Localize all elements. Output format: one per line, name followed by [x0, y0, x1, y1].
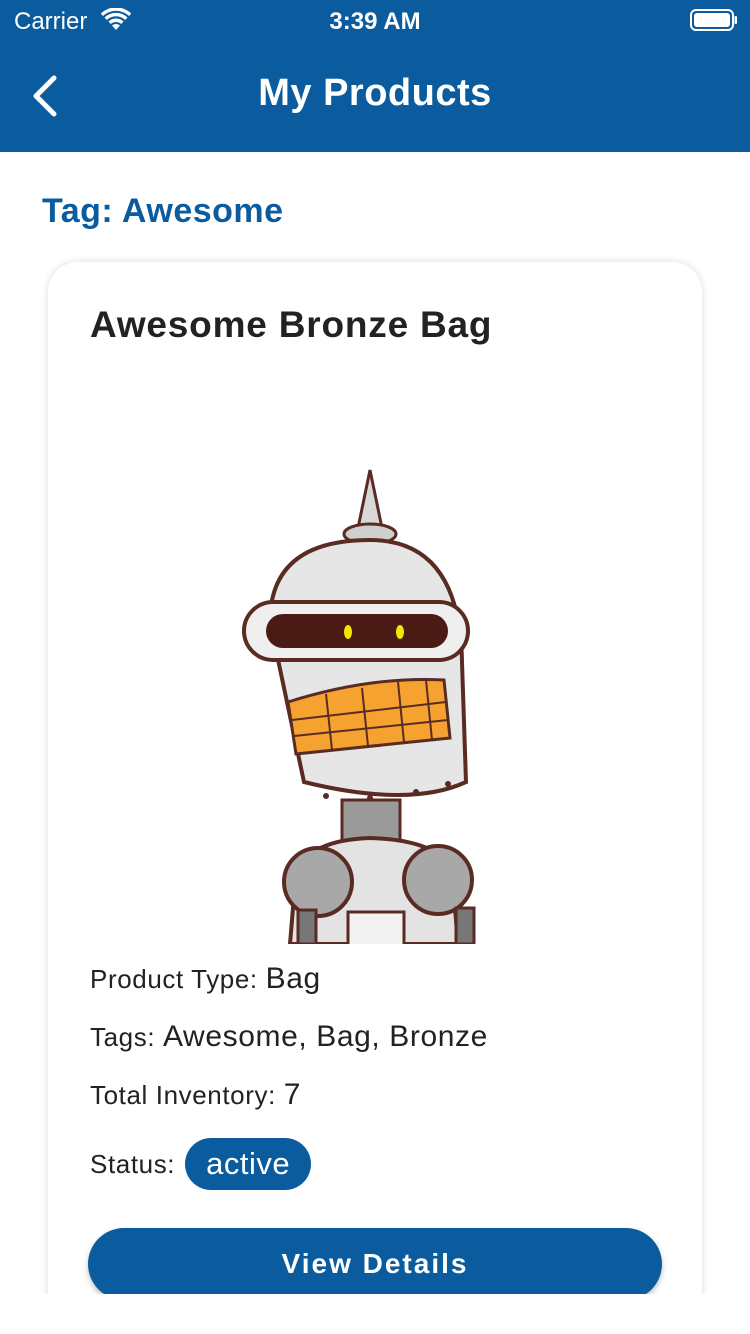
page-title: My Products [258, 72, 492, 114]
product-type-value: Bag [265, 962, 321, 995]
product-type-label: Product Type: [90, 964, 258, 994]
status-bar: Carrier 3:39 AM [0, 0, 750, 40]
tags-row: Tags: Awesome, Bag, Bronze [90, 1020, 488, 1054]
robot-product-image [242, 469, 476, 944]
tags-label: Tags: [90, 1022, 156, 1052]
tag-heading: Tag: Awesome [42, 192, 284, 230]
status-label: Status: [90, 1148, 176, 1179]
view-details-button[interactable]: View Details [88, 1228, 662, 1300]
tags-value: Awesome, Bag, Bronze [162, 1020, 488, 1053]
inventory-row: Total Inventory: 7 [90, 1078, 301, 1112]
clock-label: 3:39 AM [329, 8, 421, 35]
inventory-label: Total Inventory: [90, 1080, 276, 1110]
status-row: Status: active [90, 1138, 312, 1190]
battery-icon [690, 9, 737, 31]
status-badge: active [185, 1138, 312, 1190]
navigation-bar: My Products [0, 40, 750, 152]
product-card: Awesome Bronze Bag Product Type: Bag Tag… [48, 262, 702, 1322]
product-type-row: Product Type: Bag [90, 962, 321, 996]
product-title: Awesome Bronze Bag [90, 304, 493, 345]
inventory-value: 7 [283, 1078, 302, 1111]
bottom-clip [0, 1294, 750, 1334]
